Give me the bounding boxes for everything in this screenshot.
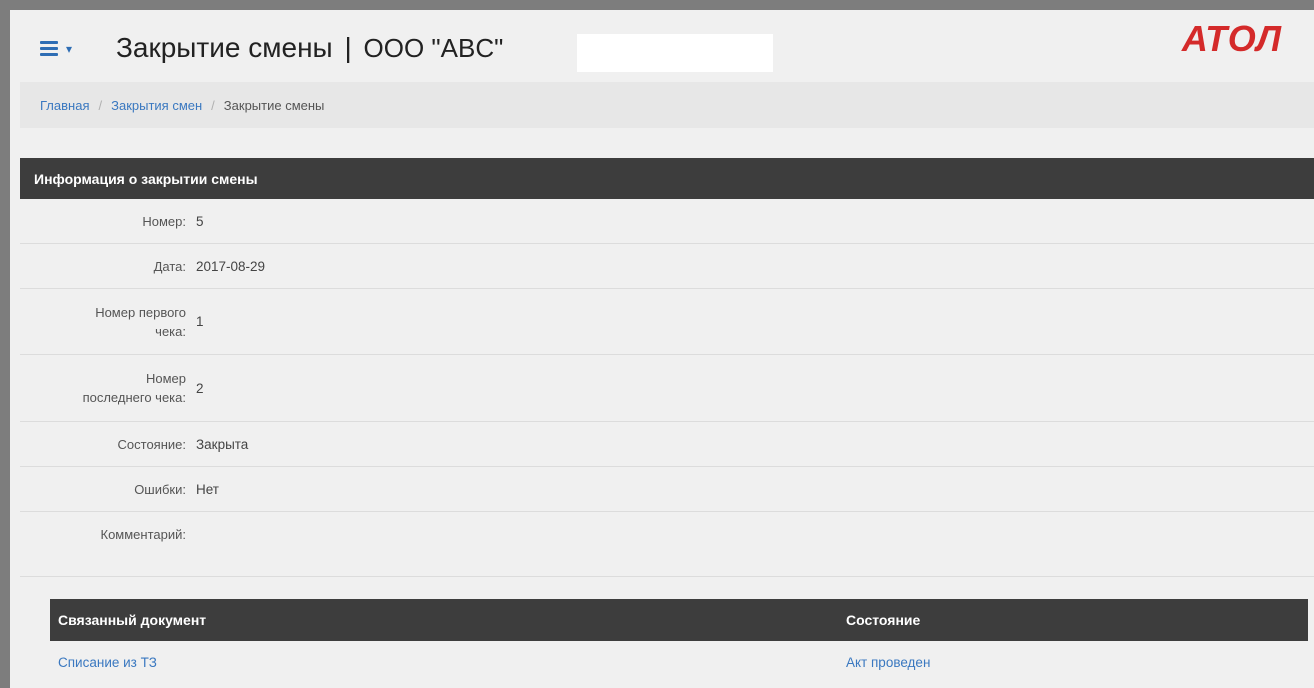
field-row-first-check: Номер первого чека: 1 xyxy=(20,289,1314,355)
breadcrumb-separator: / xyxy=(98,97,103,113)
column-header-state: Состояние xyxy=(838,599,1308,641)
field-label: Ошибки: xyxy=(134,481,186,497)
field-row-state: Состояние: Закрыта xyxy=(20,422,1314,467)
redacted-box xyxy=(577,34,773,72)
main-menu-button[interactable]: ▾ xyxy=(40,34,72,62)
field-row-number: Номер: 5 xyxy=(20,199,1314,244)
field-label: Номер последнего чека: xyxy=(20,369,190,407)
breadcrumb-home-link[interactable]: Главная xyxy=(40,98,89,113)
field-value: Нет xyxy=(196,481,219,497)
chevron-down-icon: ▾ xyxy=(66,42,73,56)
field-label-line: чека: xyxy=(155,323,186,339)
page-title-text: Закрытие смены xyxy=(116,32,333,63)
shift-info-list: Номер: 5 Дата: 2017-08-29 Номер первого … xyxy=(20,199,1314,556)
document-state-link[interactable]: Акт проведен xyxy=(846,655,930,670)
field-label: Состояние: xyxy=(117,436,186,452)
field-label: Комментарий: xyxy=(100,526,187,542)
breadcrumb-separator: / xyxy=(211,97,215,113)
field-value: 2 xyxy=(196,380,204,396)
app-window: ▾ Закрытие смены | ООО "ABC" АТОЛ Главна… xyxy=(0,0,1314,688)
hamburger-icon xyxy=(40,40,60,56)
field-row-date: Дата: 2017-08-29 xyxy=(20,244,1314,289)
table-row: Списание из ТЗ Акт проведен xyxy=(50,641,1308,683)
field-row-comment: Комментарий: xyxy=(20,512,1314,556)
page-title: Закрытие смены | ООО "ABC" xyxy=(116,32,503,64)
field-value: 5 xyxy=(196,213,204,229)
field-label: Дата: xyxy=(153,258,186,274)
top-bar: ▾ Закрытие смены | ООО "ABC" АТОЛ xyxy=(10,10,1314,82)
table-cell-document: Списание из ТЗ xyxy=(50,641,838,683)
breadcrumb: Главная / Закрытия смен / Закрытие смены xyxy=(20,82,1314,128)
related-documents-section: Связанный документ Состояние Списание из… xyxy=(20,576,1314,688)
table-cell-state: Акт проведен xyxy=(838,641,1308,683)
field-label: Номер: xyxy=(142,213,186,229)
field-label-line: последнего чека: xyxy=(82,390,186,405)
column-header-document: Связанный документ xyxy=(50,599,838,641)
related-documents-table: Связанный документ Состояние Списание из… xyxy=(50,599,1308,683)
field-value: 2017-08-29 xyxy=(196,258,266,274)
panel-heading: Информация о закрытии смены xyxy=(20,158,1314,199)
field-row-errors: Ошибки: Нет xyxy=(20,467,1314,512)
field-row-last-check: Номер последнего чека: 2 xyxy=(20,355,1314,422)
breadcrumb-shift-closings-link[interactable]: Закрытия смен xyxy=(111,98,202,113)
organization-name: ООО "ABC" xyxy=(363,33,504,63)
field-value: 1 xyxy=(196,314,204,329)
table-header-row: Связанный документ Состояние xyxy=(50,599,1308,641)
document-link[interactable]: Списание из ТЗ xyxy=(58,655,157,670)
field-value: Закрыта xyxy=(196,436,249,452)
field-label-line: Номер первого xyxy=(95,304,186,320)
field-label-line: Номер xyxy=(145,371,186,386)
title-separator: | xyxy=(344,32,352,63)
atol-logo: АТОЛ xyxy=(1181,18,1282,59)
breadcrumb-current: Закрытие смены xyxy=(223,97,325,113)
field-label: Номер первого чека: xyxy=(20,303,190,341)
